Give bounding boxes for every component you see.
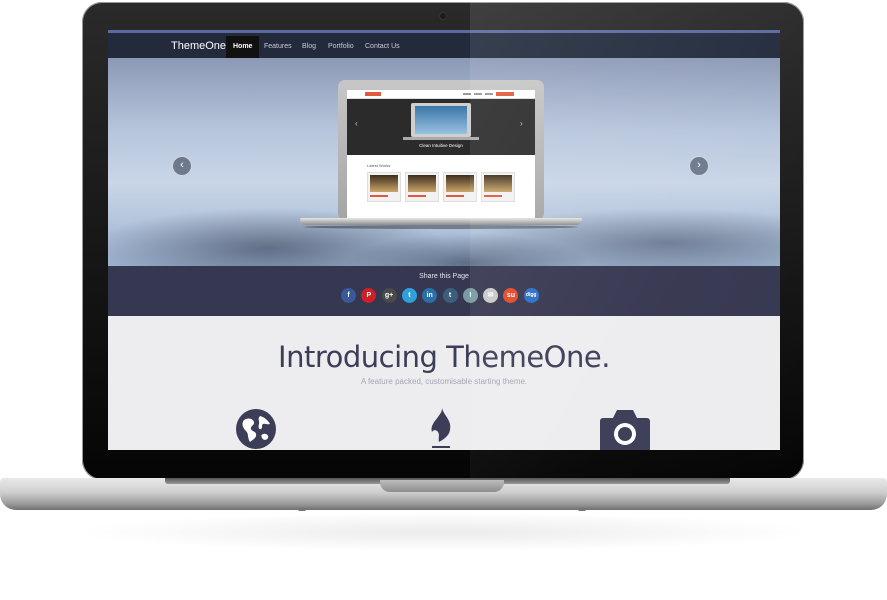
preview-section-label: Latest Works (367, 163, 391, 168)
digg-icon[interactable]: digg (523, 288, 539, 303)
facebook-icon[interactable]: f (341, 288, 356, 303)
preview-card-image (484, 175, 512, 192)
preview-logo (365, 92, 381, 96)
chevron-left-icon: ‹ (180, 159, 184, 171)
intro-section: Introducing ThemeOne. A feature packed, … (108, 316, 780, 450)
preview-card-text (408, 195, 426, 197)
preview-prev-icon: ‹ (355, 119, 358, 128)
nav-portfolio[interactable]: Portfolio (321, 36, 361, 58)
instapaper-icon[interactable]: I (462, 288, 478, 303)
hero-slider: ‹ › ‹ › Clean Intuitive Design Latest Wo… (108, 58, 780, 266)
chevron-right-icon: › (697, 159, 701, 171)
share-title: Share this Page (419, 273, 469, 280)
site-brand[interactable]: ThemeOne (171, 40, 226, 52)
email-icon[interactable]: ✉ (483, 288, 499, 303)
flame-icon (431, 408, 451, 448)
laptop-foot (578, 508, 586, 511)
intro-subtitle: A feature packed, customisable starting … (360, 377, 528, 386)
preview-card (367, 172, 401, 202)
preview-nav-link (485, 93, 493, 95)
preview-laptop-base (300, 218, 582, 225)
laptop-opening-notch (380, 480, 504, 492)
preview-laptop-shadow (304, 225, 578, 229)
google-plus-icon[interactable]: g+ (381, 288, 397, 303)
preview-card-text (370, 195, 388, 197)
stumbleupon-icon[interactable]: su (503, 288, 519, 303)
preview-card-text (484, 195, 502, 197)
pinterest-icon[interactable]: P (361, 288, 377, 303)
laptop-screen: ThemeOne Home Features Blog Portfolio Co… (108, 30, 780, 450)
preview-card-image (446, 175, 474, 192)
preview-device-base (403, 137, 479, 140)
preview-laptop-screen: ‹ › Clean Intuitive Design Latest Works (347, 90, 535, 218)
globe-icon (236, 409, 276, 449)
share-bar: Share this Page f Pg+ t in t I ✉ su digg (108, 266, 780, 316)
preview-card (443, 172, 477, 202)
preview-device-screen (415, 106, 467, 134)
preview-navbar (347, 90, 535, 99)
tumblr-icon[interactable]: t (442, 288, 458, 303)
preview-card-image (370, 175, 398, 192)
site-navbar: ThemeOne Home Features Blog Portfolio Co… (108, 33, 780, 58)
preview-nav-link (474, 93, 482, 95)
camera-icon (600, 410, 650, 450)
nav-contact-us[interactable]: Contact Us (358, 36, 407, 58)
preview-caption: Clean Intuitive Design (419, 143, 463, 148)
nav-home[interactable]: Home (226, 36, 260, 58)
preview-nav-button (496, 92, 514, 96)
nav-blog[interactable]: Blog (295, 36, 323, 58)
linkedin-icon[interactable]: in (422, 288, 438, 303)
slider-prev-button[interactable]: ‹ (172, 156, 192, 176)
webcam (440, 13, 446, 19)
slider-next-button[interactable]: › (689, 156, 709, 176)
preview-next-icon: › (520, 119, 523, 128)
intro-title: Introducing ThemeOne. (278, 340, 610, 374)
preview-nav-link (463, 93, 471, 95)
preview-card (481, 172, 515, 202)
preview-card-text (446, 195, 464, 197)
preview-hero: ‹ › Clean Intuitive Design (347, 99, 535, 155)
laptop-foot (298, 508, 306, 511)
preview-card-image (408, 175, 436, 192)
nav-features[interactable]: Features (257, 36, 299, 58)
laptop-shadow (70, 512, 817, 552)
preview-card (405, 172, 439, 202)
twitter-icon[interactable]: t (401, 288, 417, 303)
